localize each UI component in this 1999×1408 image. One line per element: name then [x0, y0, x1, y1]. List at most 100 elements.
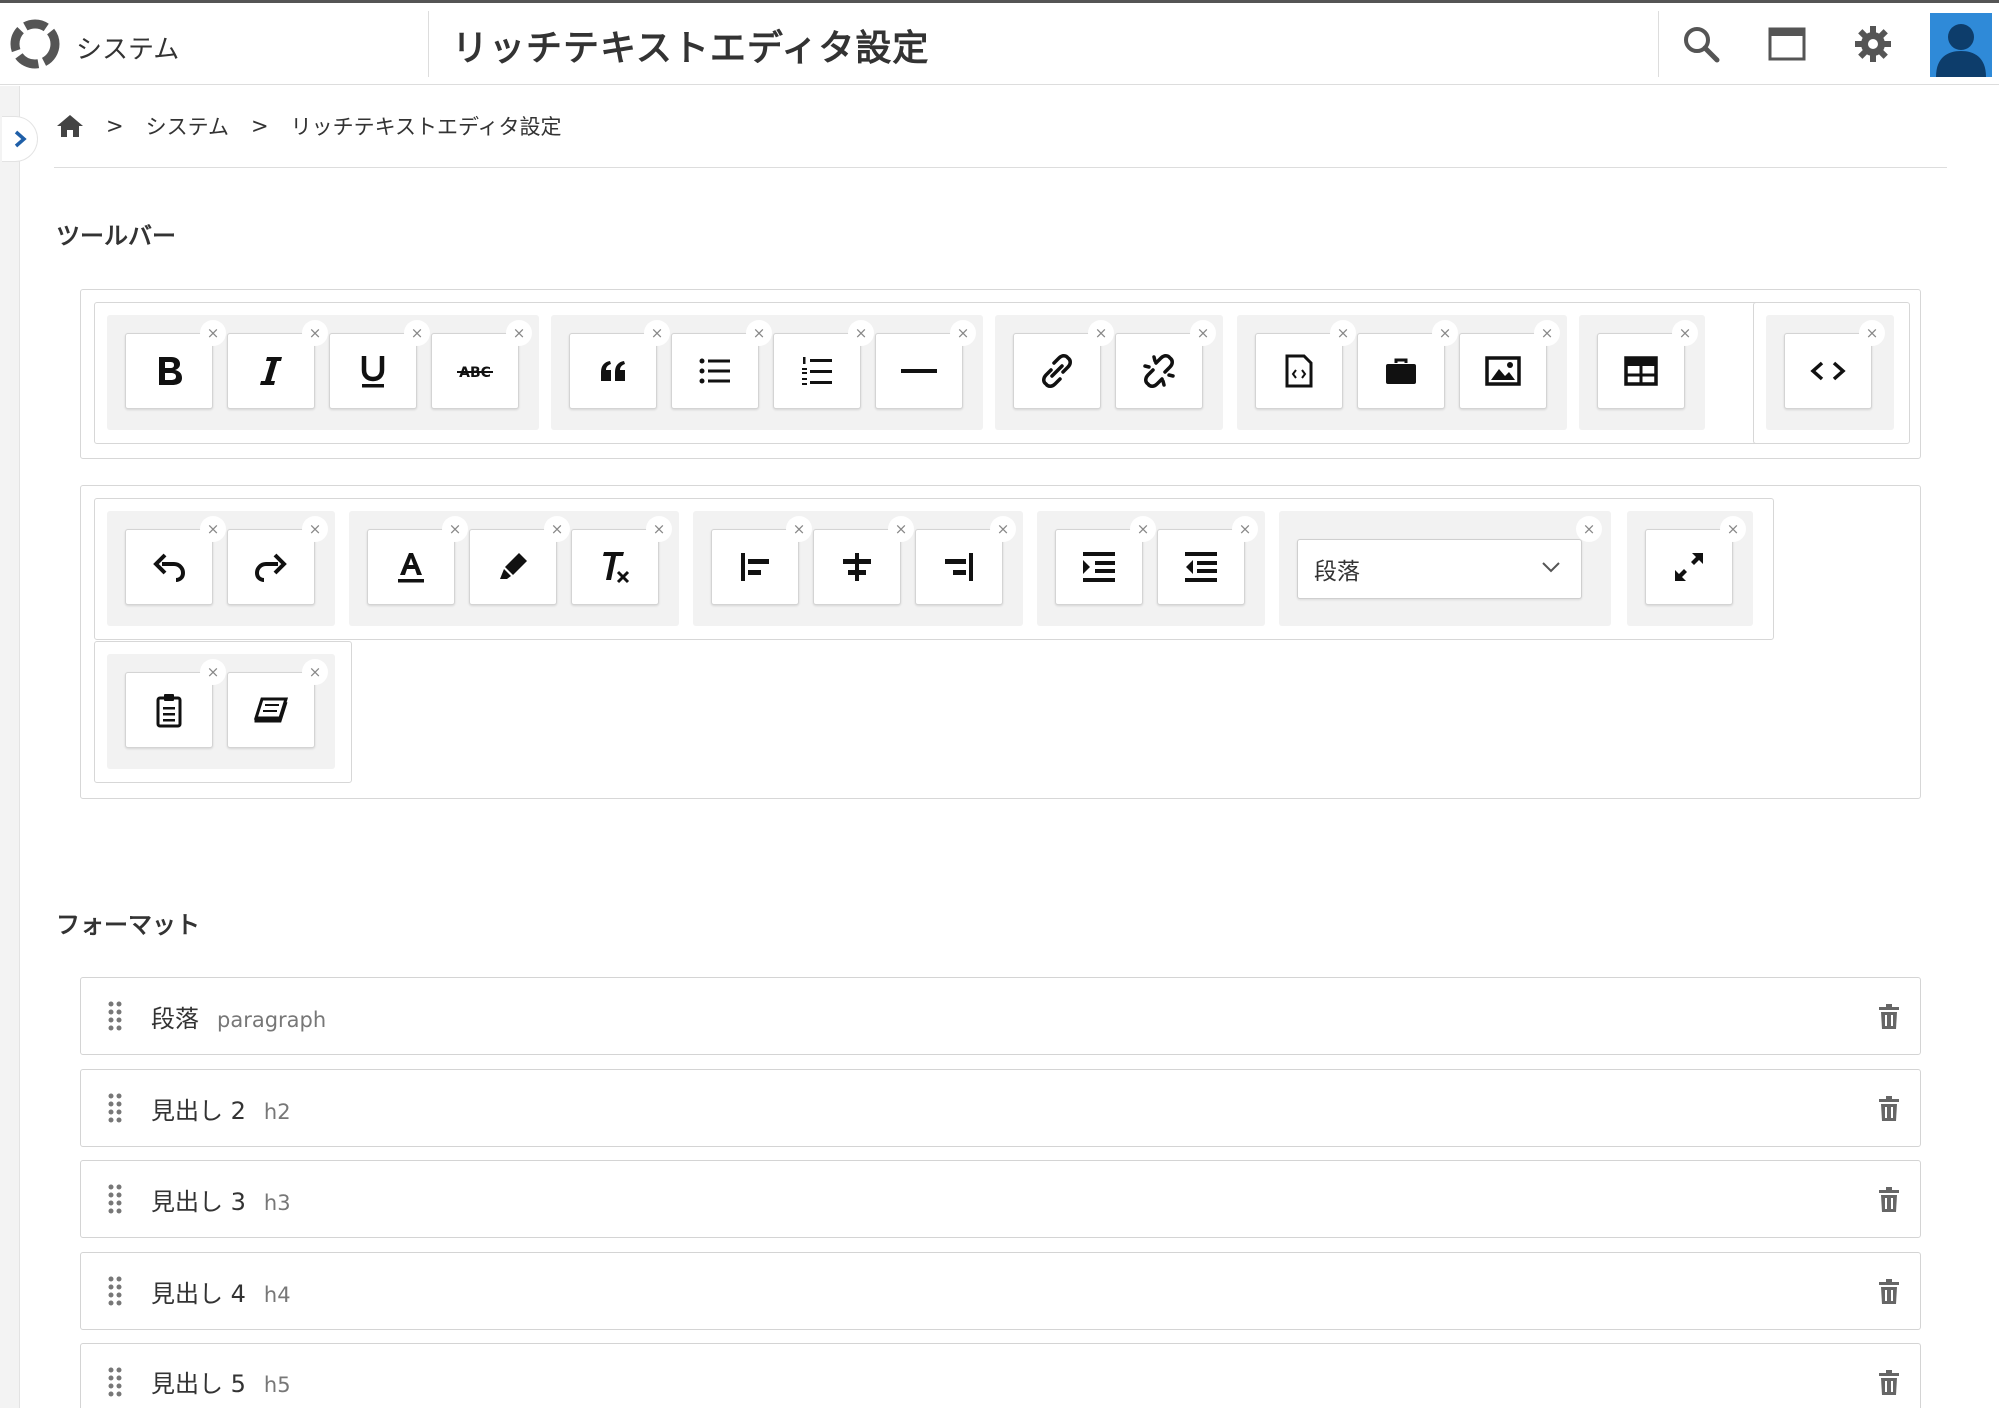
trash-icon[interactable] [1878, 1370, 1900, 1396]
toolbar-group-block: × × × × [551, 315, 983, 430]
remove-paste-word-icon[interactable]: × [302, 659, 328, 685]
align-left-button[interactable] [711, 529, 799, 605]
numbered-list-button[interactable] [773, 333, 861, 409]
remove-insert-html-icon[interactable]: × [1330, 320, 1356, 346]
insert-media-button[interactable] [1357, 333, 1445, 409]
gear-icon[interactable] [1850, 21, 1896, 67]
underline-button[interactable] [329, 333, 417, 409]
sidebar-toggle-button[interactable] [2, 116, 38, 162]
format-list-item[interactable]: 見出し 2 h2 [80, 1069, 1921, 1147]
fullscreen-button[interactable] [1645, 529, 1733, 605]
outdent-button[interactable] [1157, 529, 1245, 605]
align-center-button[interactable] [813, 529, 901, 605]
breadcrumb-divider [54, 167, 1947, 168]
strikethrough-button[interactable]: ABC [431, 333, 519, 409]
remove-insert-media-icon[interactable]: × [1432, 320, 1458, 346]
horizontal-rule-button[interactable] [875, 333, 963, 409]
paste-word-button[interactable] [227, 672, 315, 748]
remove-paragraph-format-icon[interactable]: × [1576, 516, 1602, 542]
drag-handle-icon[interactable] [107, 1183, 123, 1215]
format-label: 見出し 2 h2 [151, 1091, 291, 1126]
chevron-down-icon [1542, 562, 1560, 573]
drag-handle-icon[interactable] [107, 1092, 123, 1124]
drag-handle-icon[interactable] [107, 1000, 123, 1032]
format-name: 見出し 2 [151, 1096, 246, 1125]
remove-numbered-list-icon[interactable]: × [848, 320, 874, 346]
remove-insert-table-icon[interactable]: × [1672, 320, 1698, 346]
drag-handle-icon[interactable] [107, 1275, 123, 1307]
trash-icon[interactable] [1878, 1187, 1900, 1213]
format-list-item[interactable]: 見出し 4 h4 [80, 1252, 1921, 1330]
remove-italic-icon[interactable]: × [302, 320, 328, 346]
format-label: 見出し 5 h5 [151, 1364, 291, 1399]
toolbar-group-source: × [1766, 315, 1894, 430]
trash-icon[interactable] [1878, 1096, 1900, 1122]
remove-font-color-icon[interactable]: × [442, 516, 468, 542]
clear-format-button[interactable] [571, 529, 659, 605]
remove-indent-icon[interactable]: × [1130, 516, 1156, 542]
remove-fullscreen-icon[interactable]: × [1720, 516, 1746, 542]
align-left-icon [741, 553, 769, 581]
trash-icon[interactable] [1878, 1279, 1900, 1305]
outdent-icon [1185, 552, 1217, 582]
remove-strikethrough-icon[interactable]: × [506, 320, 532, 346]
font-color-button[interactable] [367, 529, 455, 605]
bulleted-list-icon [699, 358, 730, 384]
bold-button[interactable] [125, 333, 213, 409]
indent-button[interactable] [1055, 529, 1143, 605]
user-avatar-icon[interactable] [1930, 13, 1992, 77]
bulleted-list-button[interactable] [671, 333, 759, 409]
remove-highlight-icon[interactable]: × [544, 516, 570, 542]
remove-align-center-icon[interactable]: × [888, 516, 914, 542]
paste-text-button[interactable] [125, 672, 213, 748]
remove-insert-image-icon[interactable]: × [1534, 320, 1560, 346]
remove-blockquote-icon[interactable]: × [644, 320, 670, 346]
trash-icon[interactable] [1878, 1004, 1900, 1030]
unlink-button[interactable] [1115, 333, 1203, 409]
bold-icon [159, 357, 182, 385]
breadcrumb-item-system[interactable]: システム [146, 111, 229, 141]
link-button[interactable] [1013, 333, 1101, 409]
app-name[interactable]: システム [76, 29, 179, 66]
undo-button[interactable] [125, 529, 213, 605]
remove-link-icon[interactable]: × [1088, 320, 1114, 346]
remove-horizontal-rule-icon[interactable]: × [950, 320, 976, 346]
remove-bold-icon[interactable]: × [200, 320, 226, 346]
remove-redo-icon[interactable]: × [302, 516, 328, 542]
remove-undo-icon[interactable]: × [200, 516, 226, 542]
toolbar-group-history: × × [107, 511, 335, 626]
search-icon[interactable] [1678, 21, 1724, 67]
italic-button[interactable] [227, 333, 315, 409]
remove-align-left-icon[interactable]: × [786, 516, 812, 542]
drag-handle-icon[interactable] [107, 1366, 123, 1398]
format-name: 見出し 4 [151, 1279, 246, 1308]
format-list-item[interactable]: 段落 paragraph [80, 977, 1921, 1055]
remove-bulleted-list-icon[interactable]: × [746, 320, 772, 346]
align-right-button[interactable] [915, 529, 1003, 605]
app-header: システム リッチテキストエディタ設定 [0, 0, 1999, 85]
expand-icon [1675, 553, 1703, 581]
briefcase-icon [1386, 358, 1416, 384]
insert-table-button[interactable] [1597, 333, 1685, 409]
remove-outdent-icon[interactable]: × [1232, 516, 1258, 542]
format-list-item[interactable]: 見出し 5 h5 [80, 1343, 1921, 1408]
format-list-item[interactable]: 見出し 3 h3 [80, 1160, 1921, 1238]
app-logo-icon[interactable] [6, 15, 64, 73]
format-tag: h2 [263, 1099, 291, 1124]
insert-html-button[interactable] [1255, 333, 1343, 409]
remove-unlink-icon[interactable]: × [1190, 320, 1216, 346]
remove-underline-icon[interactable]: × [404, 320, 430, 346]
highlight-button[interactable] [469, 529, 557, 605]
redo-button[interactable] [227, 529, 315, 605]
blockquote-button[interactable] [569, 333, 657, 409]
remove-paste-text-icon[interactable]: × [200, 659, 226, 685]
window-icon[interactable] [1764, 21, 1810, 67]
paragraph-format-select[interactable]: 段落 [1297, 539, 1582, 599]
insert-image-button[interactable] [1459, 333, 1547, 409]
home-icon[interactable] [56, 113, 84, 139]
remove-clear-format-icon[interactable]: × [646, 516, 672, 542]
remove-align-right-icon[interactable]: × [990, 516, 1016, 542]
source-code-button[interactable] [1784, 333, 1872, 409]
format-tag: h3 [263, 1190, 291, 1215]
remove-source-code-icon[interactable]: × [1859, 320, 1885, 346]
